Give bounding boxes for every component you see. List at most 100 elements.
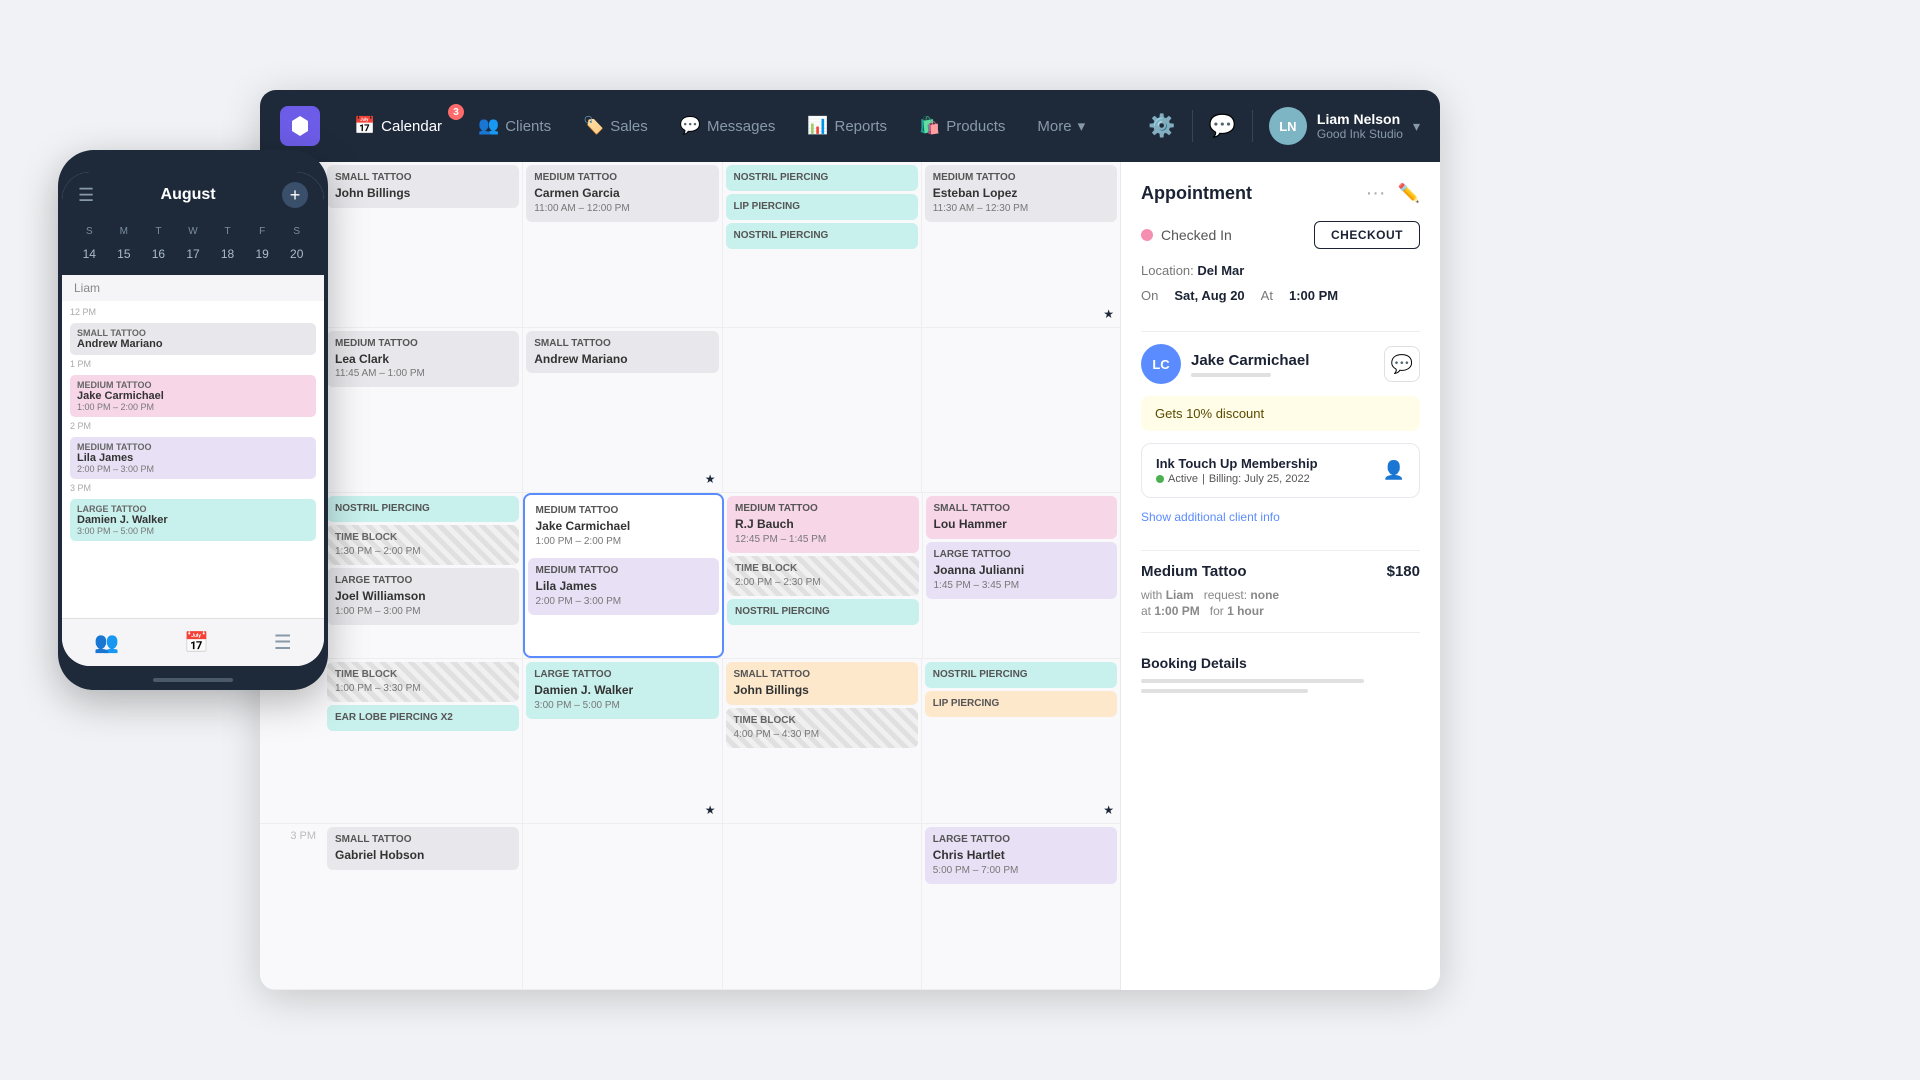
phone-header: ☰ August + (62, 172, 324, 218)
main-app: 📅 Calendar 3 👥 Clients 🏷️ Sales 💬 Messag… (260, 90, 1440, 990)
time-row-2pm: 2 PM Time Block 1:00 PM – 3:30 PM EAR LO… (260, 659, 1120, 825)
tag-icon: 🏷️ (583, 116, 604, 136)
service-price: $180 (1387, 563, 1420, 580)
content-area: 11 AM SMALL TATTOO John Billings (260, 162, 1440, 990)
service-name: Medium Tattoo (1141, 563, 1247, 580)
checkin-row: Checked In CHECKOUT (1141, 221, 1420, 249)
appt-lila-james[interactable]: MEDIUM TATTOO Lila James 2:00 PM – 3:00 … (528, 558, 720, 615)
phone-appt-4[interactable]: LARGE TATTOO Damien J. Walker 3:00 PM – … (70, 499, 316, 541)
settings-icon[interactable]: ⚙️ (1148, 113, 1175, 139)
appt-williamson[interactable]: LARGE TATTOO Joel Williamson 1:00 PM – 3… (327, 568, 519, 625)
phone-date-row: 14 15 16 17 18 19 20 (72, 243, 314, 265)
appt-timeblock-2[interactable]: Time Block 2:00 PM – 2:30 PM (727, 556, 919, 596)
appt-timeblock-4[interactable]: Time Block 4:00 PM – 4:30 PM (726, 708, 918, 748)
phone-menu-icon[interactable]: ☰ (274, 630, 292, 655)
more-nav-item[interactable]: More ▾ (1023, 111, 1099, 141)
client-row: LC Jake Carmichael 💬 (1141, 344, 1420, 384)
phone-add-button[interactable]: + (282, 182, 308, 208)
phone-people-icon[interactable]: 👥 (94, 630, 119, 655)
appt-carmen-garcia[interactable]: MEDIUM TATTOO Carmen Garcia 11:00 AM – 1… (526, 165, 718, 222)
calendar-nav-item[interactable]: 📅 Calendar 3 (340, 110, 456, 142)
phone-appt-1[interactable]: SMALL TATTOO Andrew Mariano (70, 323, 316, 355)
app-logo[interactable] (280, 106, 320, 146)
appt-nostril-1[interactable]: NOSTRIL PIERCING (726, 165, 918, 191)
checkin-label: Checked In (1161, 227, 1232, 243)
appt-nostril-2[interactable]: NOSTRIL PIERCING (726, 223, 918, 249)
appt-timeblock-1[interactable]: Time Block 1:30 PM – 2:00 PM (327, 525, 519, 565)
appt-nostril-4[interactable]: NOSTRIL PIERCING (727, 599, 919, 625)
calendar-area: 11 AM SMALL TATTOO John Billings (260, 162, 1120, 990)
avatar: LN (1269, 107, 1307, 145)
appt-joanna-julianni[interactable]: LARGE TATTOO Joanna Julianni 1:45 PM – 3… (926, 542, 1118, 599)
appt-timeblock-3[interactable]: Time Block 1:00 PM – 3:30 PM (327, 662, 519, 702)
appt-damien-walker[interactable]: LARGE TATTOO Damien J. Walker 3:00 PM – … (526, 662, 718, 719)
navbar: 📅 Calendar 3 👥 Clients 🏷️ Sales 💬 Messag… (260, 90, 1440, 162)
user-menu[interactable]: LN Liam Nelson Good Ink Studio ▾ (1269, 107, 1420, 145)
slot-col-2: MEDIUM TATTOO Carmen Garcia 11:00 AM – 1… (523, 162, 722, 327)
service-detail-with: with Liam request: none (1141, 588, 1420, 602)
phone-days-of-week: S M T W T F S (72, 224, 314, 239)
calendar-badge: 3 (448, 104, 464, 120)
reports-nav-item[interactable]: 📊 Reports (793, 110, 901, 142)
slot-col-4: MEDIUM TATTOO Esteban Lopez 11:30 AM – 1… (922, 162, 1120, 327)
star-mark-4: ★ (1103, 803, 1114, 817)
appt-nostril-5[interactable]: NOSTRIL PIERCING (925, 662, 1117, 688)
clients-nav-item[interactable]: 👥 Clients (464, 110, 565, 142)
membership-name: Ink Touch Up Membership (1156, 456, 1383, 471)
time-row-12pm: 12 PM MEDIUM TATTOO Lea Clark 11:45 AM –… (260, 328, 1120, 494)
phone-calendar-icon[interactable]: 📅 (184, 630, 209, 655)
sales-nav-item[interactable]: 🏷️ Sales (569, 110, 662, 142)
show-more-link[interactable]: Show additional client info (1141, 510, 1420, 524)
slot-col-4-12 (922, 328, 1120, 493)
appt-nostril-3[interactable]: NOSTRIL PIERCING (327, 496, 519, 522)
calendar-rows: 11 AM SMALL TATTOO John Billings (260, 162, 1120, 990)
slot-col-4-3pm: LARGE TATTOO Chris Hartlet 5:00 PM – 7:0… (922, 824, 1120, 989)
appt-john-billings[interactable]: SMALL TATTOO John Billings (327, 165, 519, 208)
slot-col-1-1pm: NOSTRIL PIERCING Time Block 1:30 PM – 2:… (324, 493, 523, 658)
calendar-icon: 📅 (354, 116, 375, 136)
appt-john-billings-2[interactable]: SMALL TATTOO John Billings (726, 662, 918, 705)
star-mark-2: ★ (705, 472, 716, 486)
discount-note: Gets 10% discount (1141, 396, 1420, 431)
phone-appt-3[interactable]: MEDIUM TATTOO Lila James 2:00 PM – 3:00 … (70, 437, 316, 479)
slot-col-2-2pm: LARGE TATTOO Damien J. Walker 3:00 PM – … (523, 659, 722, 824)
time-value: 1:00 PM (1289, 288, 1338, 303)
more-options-icon[interactable]: ··· (1366, 182, 1386, 205)
appt-rj-bauch[interactable]: MEDIUM TATTOO R.J Bauch 12:45 PM – 1:45 … (727, 496, 919, 553)
service-detail-time: at 1:00 PM for 1 hour (1141, 604, 1420, 618)
phone-appt-2[interactable]: MEDIUM TATTOO Jake Carmichael 1:00 PM – … (70, 375, 316, 417)
location-value: Del Mar (1197, 263, 1244, 278)
appt-esteban-lopez[interactable]: MEDIUM TATTOO Esteban Lopez 11:30 AM – 1… (925, 165, 1117, 222)
appt-jake-carmichael[interactable]: MEDIUM TATTOO Jake Carmichael 1:00 PM – … (528, 498, 720, 555)
products-nav-item[interactable]: 🛍️ Products (905, 110, 1019, 142)
appt-lip-2[interactable]: LIP PIERCING (925, 691, 1117, 717)
appt-gabriel-hobson[interactable]: SMALL TATTOO Gabriel Hobson (327, 827, 519, 870)
appt-ear-lobe[interactable]: EAR LOBE PIERCING X2 (327, 705, 519, 731)
star-mark-1: ★ (1103, 307, 1114, 321)
navbar-right: ⚙️ 💬 LN Liam Nelson Good Ink Studio ▾ (1148, 107, 1420, 145)
appt-lou-hammer[interactable]: SMALL TATTOO Lou Hammer (926, 496, 1118, 539)
edit-icon[interactable]: ✏️ (1398, 183, 1420, 204)
appt-lea-clark[interactable]: MEDIUM TATTOO Lea Clark 11:45 AM – 1:00 … (327, 331, 519, 388)
client-name: Jake Carmichael (1191, 352, 1309, 369)
phone-menu-icon[interactable]: ☰ (78, 185, 94, 206)
chat-icon[interactable]: 💬 (1209, 113, 1236, 139)
appt-lip[interactable]: LIP PIERCING (726, 194, 918, 220)
time-row-3pm: 3 PM SMALL TATTOO Gabriel Hobson (260, 824, 1120, 990)
phone-home-indicator (153, 678, 233, 682)
phone-month-label: August (161, 186, 216, 204)
appt-andrew-mariano[interactable]: SMALL TATTOO Andrew Mariano (526, 331, 718, 374)
appt-chris-hartlet[interactable]: LARGE TATTOO Chris Hartlet 5:00 PM – 7:0… (925, 827, 1117, 884)
slot-col-1-2pm: Time Block 1:00 PM – 3:30 PM EAR LOBE PI… (324, 659, 523, 824)
checkout-button[interactable]: CHECKOUT (1314, 221, 1420, 249)
phone-appointments: 12 PM SMALL TATTOO Andrew Mariano 1 PM M… (62, 301, 324, 618)
messages-nav-item[interactable]: 💬 Messages (666, 110, 790, 142)
slot-col-3-2pm: SMALL TATTOO John Billings Time Block 4:… (723, 659, 922, 824)
service-row: Medium Tattoo $180 (1141, 563, 1420, 580)
phone-staff-label: Liam (62, 275, 324, 301)
message-client-button[interactable]: 💬 (1384, 346, 1420, 382)
slot-col-1-3pm: SMALL TATTOO Gabriel Hobson (324, 824, 523, 989)
slot-col-1-12: MEDIUM TATTOO Lea Clark 11:45 AM – 1:00 … (324, 328, 523, 493)
app-wrapper: ☰ August + S M T W T F S 14 15 16 (0, 0, 1920, 1080)
membership-icon[interactable]: 👤 (1383, 460, 1405, 481)
